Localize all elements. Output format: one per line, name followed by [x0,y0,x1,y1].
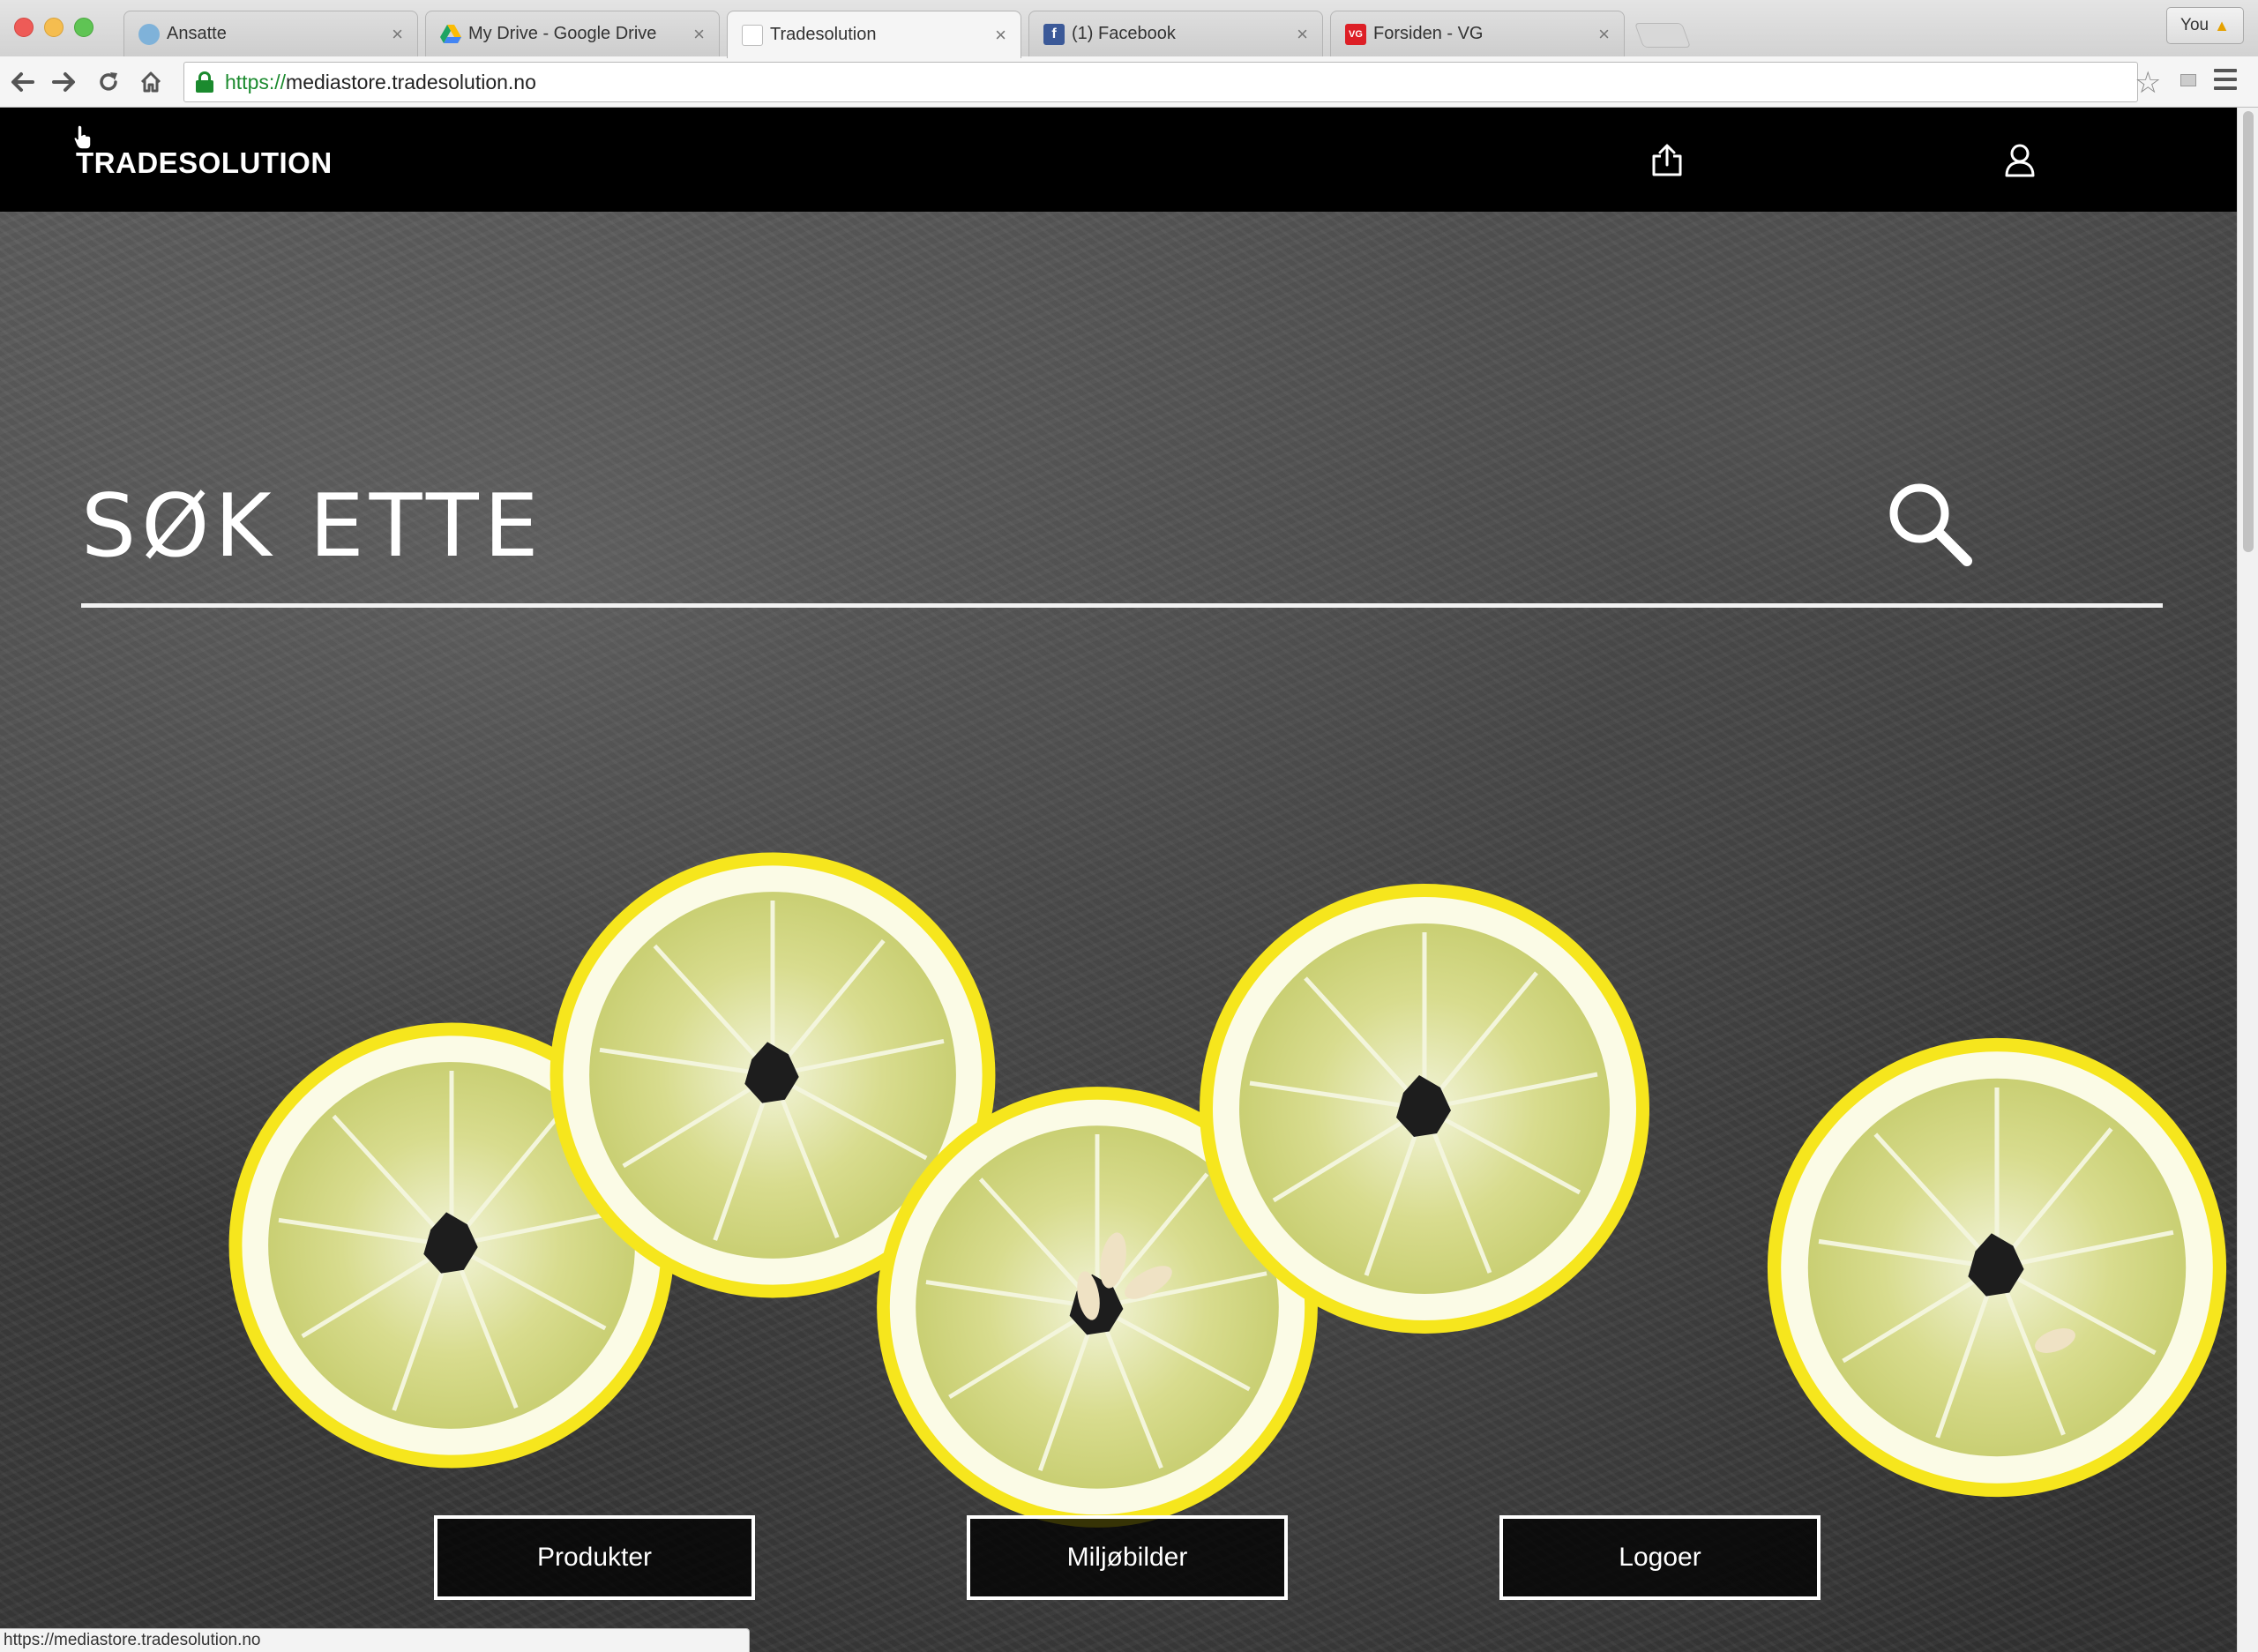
tab-strip: Ansatte × My Drive - Google Drive × Trad… [0,0,2258,58]
profile-button[interactable]: You ▲ [2166,7,2244,44]
back-arrow-icon [11,72,34,92]
reload-button[interactable] [92,65,125,99]
home-button[interactable] [134,65,168,99]
bookmark-star-icon[interactable]: ☆ [2135,65,2161,101]
back-button[interactable] [5,65,39,99]
search-bar [81,478,2163,575]
close-tab-icon[interactable]: × [1297,23,1308,46]
scrollbar-thumb[interactable] [2243,111,2254,552]
minimize-window-button[interactable] [44,18,64,37]
close-tab-icon[interactable]: × [1598,23,1610,46]
warning-icon: ▲ [2214,16,2230,34]
new-tab-button[interactable] [1634,23,1692,48]
tab-vg[interactable]: VG Forsiden - VG × [1330,11,1625,56]
facebook-icon: f [1043,23,1065,45]
vg-icon: VG [1345,23,1366,45]
extension-icon[interactable] [2180,74,2196,86]
close-window-button[interactable] [14,18,34,37]
close-tab-icon[interactable]: × [995,24,1006,47]
home-icon [140,71,161,93]
link-status-bar: https://mediastore.tradesolution.no [0,1628,750,1652]
lock-icon [195,71,214,93]
zoom-window-button[interactable] [74,18,93,37]
browser-window: Ansatte × My Drive - Google Drive × Trad… [0,0,2258,1652]
tab-title: Tradesolution [770,25,877,44]
search-input[interactable] [81,478,1845,575]
google-drive-icon [440,24,461,45]
lemon-background-image [0,108,2237,1652]
url-scheme: https:// [225,70,287,93]
tab-ansatte[interactable]: Ansatte × [123,11,418,56]
page-favicon-icon [742,24,763,46]
search-icon[interactable] [1884,478,1976,570]
tab-google-drive[interactable]: My Drive - Google Drive × [425,11,720,56]
tab-title: My Drive - Google Drive [468,24,657,43]
tradesolution-logo[interactable]: TRADESOLUTION [76,146,333,180]
close-tab-icon[interactable]: × [693,23,705,46]
profile-label: You [2180,16,2209,34]
tab-title: Ansatte [167,24,227,43]
web-page: TRADESOLUTION Produkter Miljøbilder Logo… [0,108,2237,1652]
logoer-button[interactable]: Logoer [1499,1515,1821,1600]
browser-toolbar: https:// mediastore.tradesolution.no ☆ [0,56,2258,108]
ansatte-favicon-icon [138,23,160,45]
site-header: TRADESOLUTION [0,108,2237,212]
page-scrollbar[interactable] [2237,108,2258,1652]
hand-cursor-icon [73,124,92,150]
miljobilder-button[interactable]: Miljøbilder [967,1515,1288,1600]
url-host: mediastore.tradesolution.no [286,70,536,93]
tab-title: (1) Facebook [1072,24,1176,43]
reload-icon [100,72,117,91]
produkter-button[interactable]: Produkter [434,1515,755,1600]
search-underline [81,603,2163,608]
close-tab-icon[interactable]: × [392,23,403,46]
upload-icon[interactable] [1649,143,1685,178]
user-icon[interactable] [2004,143,2036,178]
forward-arrow-icon [52,72,75,92]
tab-facebook[interactable]: f (1) Facebook × [1028,11,1323,56]
browser-menu-icon[interactable] [2214,69,2237,90]
tab-title: Forsiden - VG [1373,24,1484,43]
tab-tradesolution[interactable]: Tradesolution × [727,11,1021,58]
address-bar[interactable]: https:// mediastore.tradesolution.no [183,62,2138,102]
forward-button[interactable] [48,65,81,99]
